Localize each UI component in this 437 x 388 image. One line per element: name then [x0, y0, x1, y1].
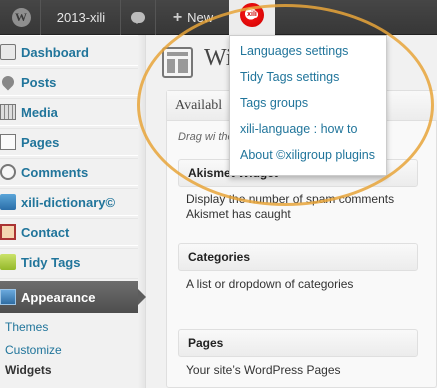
new-content-button[interactable]: + New [166, 0, 220, 35]
sidebar-item-contact[interactable]: Contact [0, 215, 138, 249]
xili-logo-icon: xili [240, 2, 264, 27]
widget-categories[interactable]: Categories [178, 243, 418, 271]
new-label: New [187, 10, 214, 25]
sidebar-item-label: Comments [21, 164, 89, 180]
sidebar-item-label: Media [21, 104, 58, 120]
sidebar-item-label: Posts [21, 74, 57, 90]
sidebar-item-label: Appearance [21, 289, 96, 305]
appearance-icon [0, 289, 16, 305]
sidebar-item-label: Pages [21, 134, 60, 150]
sidebar-item-label: xili-dictionary© [21, 194, 116, 210]
widget-pages[interactable]: Pages [178, 329, 418, 357]
admin-bar-divider [120, 0, 121, 35]
comments-icon [0, 164, 16, 180]
plus-icon: + [172, 8, 183, 26]
menu-item-how-to[interactable]: xili-language : how to [240, 122, 357, 136]
admin-bar: W 2013-xili + New xili [0, 0, 437, 35]
sidebar-item-label: Tidy Tags [21, 254, 81, 270]
menu-item-tags-groups[interactable]: Tags groups [240, 96, 308, 110]
sidebar-item-media[interactable]: Media [0, 95, 138, 129]
wordpress-logo-button[interactable]: W [6, 0, 36, 35]
xili-dropdown-menu: Languages settings Tidy Tags settings Ta… [229, 35, 387, 176]
dashboard-icon [0, 44, 16, 60]
sidebar-item-label: Dashboard [21, 44, 89, 60]
menu-item-languages-settings[interactable]: Languages settings [240, 44, 348, 58]
sidebar-item-comments[interactable]: Comments [0, 155, 138, 189]
xili-menu-button[interactable]: xili [229, 0, 275, 35]
sidebar-item-appearance[interactable]: Appearance [0, 281, 146, 313]
sidebar-item-dashboard[interactable]: Dashboard [0, 35, 138, 69]
site-name-link[interactable]: 2013-xili [44, 0, 118, 35]
menu-item-about-xiligroup[interactable]: About ©xiligroup plugins [240, 148, 375, 162]
sidebar-item-xili-dictionary[interactable]: xili-dictionary© [0, 185, 138, 219]
pages-icon [0, 134, 16, 150]
submenu-customize[interactable]: Customize [0, 343, 138, 357]
comments-button[interactable] [126, 0, 150, 35]
wordpress-logo-icon: W [11, 8, 31, 27]
widget-description: Your site’s WordPress Pages [186, 363, 341, 377]
sidebar-item-label: Contact [21, 224, 70, 240]
pin-icon [0, 73, 17, 91]
sidebar-item-pages[interactable]: Pages [0, 125, 138, 159]
contact-icon [0, 224, 16, 240]
comment-bubble-icon [131, 12, 145, 24]
media-icon [0, 104, 16, 120]
admin-sidebar: Dashboard Posts Media Pages Comments xil… [0, 35, 146, 388]
widgets-page-icon [162, 47, 193, 78]
sidebar-item-tidy-tags[interactable]: Tidy Tags [0, 245, 138, 279]
admin-bar-divider [40, 0, 41, 35]
sidebar-item-posts[interactable]: Posts [0, 65, 138, 99]
submenu-themes[interactable]: Themes [0, 320, 138, 334]
dictionary-icon [0, 194, 16, 210]
menu-item-tidy-tags-settings[interactable]: Tidy Tags settings [240, 70, 339, 84]
admin-bar-divider [155, 0, 156, 35]
submenu-widgets[interactable]: Widgets [0, 363, 138, 377]
tidy-tags-icon [0, 254, 16, 270]
widget-description: Display the number of spam comments Akis… [186, 192, 395, 221]
widget-description: A list or dropdown of categories [186, 277, 354, 291]
